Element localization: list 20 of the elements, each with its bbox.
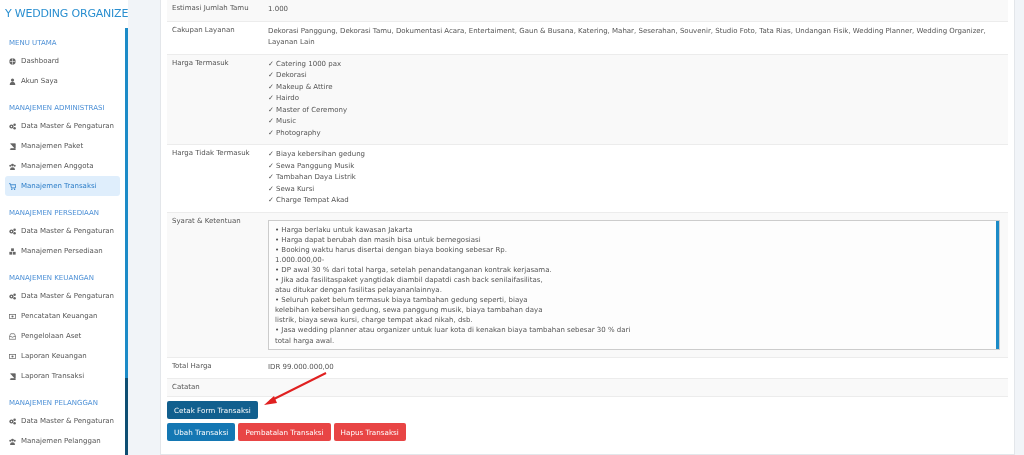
banknote-icon: [9, 312, 16, 320]
gears-icon: [9, 292, 16, 300]
scrollbar[interactable]: [125, 28, 128, 378]
people-icon: [9, 437, 16, 445]
cubes-icon: [9, 247, 16, 255]
person-icon: [9, 77, 16, 85]
scrollbar[interactable]: [996, 220, 999, 349]
arrow-annotation: [262, 372, 328, 408]
tray-icon: [9, 332, 16, 340]
book-icon: [9, 142, 16, 150]
book-icon: [9, 372, 16, 380]
gears-icon: [9, 122, 16, 130]
gears-icon: [9, 417, 16, 425]
cart-icon: [9, 182, 16, 190]
brand-name: Y WEDDING ORGANIZE: [5, 6, 129, 20]
gears-icon: [9, 227, 16, 235]
people-icon: [9, 162, 16, 170]
scrollbar-thumb[interactable]: [125, 378, 128, 455]
banknote-icon: [9, 352, 16, 360]
globe-icon: [9, 57, 16, 65]
